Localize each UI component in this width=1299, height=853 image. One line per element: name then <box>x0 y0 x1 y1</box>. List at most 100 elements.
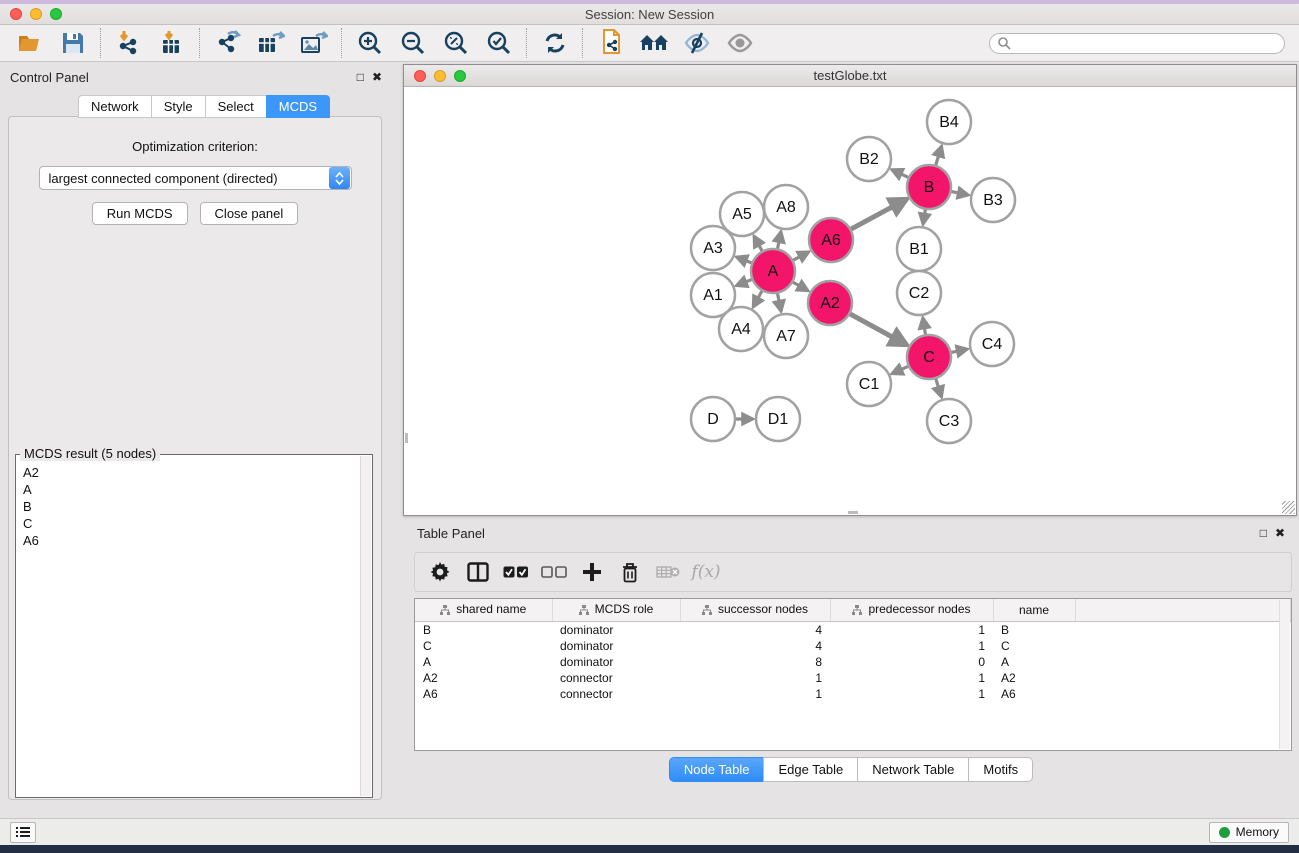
table-cell[interactable]: 0 <box>830 654 993 670</box>
table-cell[interactable]: A6 <box>415 686 552 702</box>
table-row[interactable]: Cdominator41C <box>415 638 1291 654</box>
zoom-out-icon[interactable] <box>391 26 434 60</box>
refresh-layout-icon[interactable] <box>533 26 576 60</box>
network-window-titlebar[interactable]: testGlobe.txt <box>404 65 1296 87</box>
zoom-in-icon[interactable] <box>348 26 391 60</box>
graph-edge-C-C3[interactable] <box>935 376 942 397</box>
table-cell[interactable]: dominator <box>552 621 680 638</box>
task-history-button[interactable] <box>10 822 36 843</box>
table-cell[interactable]: A <box>993 654 1075 670</box>
table-cell[interactable]: 1 <box>830 670 993 686</box>
column-header[interactable]: predecessor nodes <box>830 599 993 621</box>
table-cell[interactable]: B <box>993 621 1075 638</box>
table-row[interactable]: A2connector11A2 <box>415 670 1291 686</box>
network-canvas[interactable]: B4B2BB3A8A5A6B1A3AC2A1A2A4A7C4CC1C3DD1 <box>405 88 1295 514</box>
table-cell[interactable]: 1 <box>830 686 993 702</box>
table-cell[interactable]: A2 <box>993 670 1075 686</box>
table-cell[interactable]: 1 <box>830 638 993 654</box>
graph-node-B[interactable]: B <box>907 165 951 209</box>
tab-edge-table[interactable]: Edge Table <box>763 757 857 782</box>
table-cell[interactable]: C <box>415 638 552 654</box>
zoom-selected-icon[interactable] <box>477 26 520 60</box>
window-resize-grip[interactable] <box>1282 501 1295 514</box>
delete-column-icon[interactable] <box>613 557 647 587</box>
import-table-file-icon[interactable] <box>150 26 193 60</box>
show-all-icon[interactable] <box>718 26 761 60</box>
run-mcds-button[interactable]: Run MCDS <box>92 202 188 225</box>
mcds-result-item[interactable]: A6 <box>17 532 360 549</box>
graph-node-D[interactable]: D <box>691 397 735 441</box>
export-network-icon[interactable] <box>206 26 249 60</box>
graph-node-A4[interactable]: A4 <box>719 307 763 351</box>
mcds-result-item[interactable]: A2 <box>17 464 360 481</box>
tab-network[interactable]: Network <box>78 95 151 118</box>
tab-style[interactable]: Style <box>151 95 205 118</box>
mcds-result-item[interactable]: B <box>17 498 360 515</box>
tab-network-table[interactable]: Network Table <box>857 757 968 782</box>
search-input[interactable] <box>1011 36 1277 50</box>
graph-node-B3[interactable]: B3 <box>971 178 1015 222</box>
network-from-selection-icon[interactable] <box>589 26 632 60</box>
tab-motifs[interactable]: Motifs <box>968 757 1033 782</box>
table-cell[interactable]: 1 <box>830 621 993 638</box>
close-panel-icon[interactable]: ✖ <box>372 71 382 83</box>
tab-node-table[interactable]: Node Table <box>669 757 764 782</box>
graph-node-C2[interactable]: C2 <box>897 271 941 315</box>
table-cell[interactable]: C <box>993 638 1075 654</box>
close-table-panel-icon[interactable]: ✖ <box>1275 527 1285 539</box>
graph-edge-B-B4[interactable] <box>935 146 942 168</box>
graph-node-A2[interactable]: A2 <box>808 281 852 325</box>
graph-node-A[interactable]: A <box>751 249 795 293</box>
graph-node-A3[interactable]: A3 <box>691 226 735 270</box>
mcds-result-list[interactable]: A2ABCA6 <box>17 456 360 796</box>
table-cell[interactable]: A <box>415 654 552 670</box>
table-cell[interactable]: 8 <box>680 654 830 670</box>
mcds-result-item[interactable]: A <box>17 481 360 498</box>
graph-node-C3[interactable]: C3 <box>927 399 971 443</box>
graph-node-C4[interactable]: C4 <box>970 322 1014 366</box>
graph-node-D1[interactable]: D1 <box>756 397 800 441</box>
graph-node-A8[interactable]: A8 <box>764 185 808 229</box>
first-neighbors-icon[interactable] <box>632 26 675 60</box>
column-header[interactable]: name <box>993 599 1075 621</box>
graph-edge-A6-B[interactable] <box>849 199 907 231</box>
column-header[interactable]: MCDS role <box>552 599 680 621</box>
table-cell[interactable]: connector <box>552 670 680 686</box>
save-session-icon[interactable] <box>51 26 94 60</box>
column-layout-icon[interactable] <box>461 557 495 587</box>
table-scrollbar[interactable] <box>1279 600 1290 749</box>
settings-gear-icon[interactable] <box>423 557 457 587</box>
tab-select[interactable]: Select <box>205 95 266 118</box>
mcds-result-item[interactable]: C <box>17 515 360 532</box>
table-row[interactable]: Adominator80A <box>415 654 1291 670</box>
export-table-icon[interactable] <box>249 26 292 60</box>
column-header[interactable]: successor nodes <box>680 599 830 621</box>
export-image-icon[interactable] <box>292 26 335 60</box>
node-table[interactable]: shared nameMCDS rolesuccessor nodesprede… <box>414 598 1292 751</box>
float-panel-icon[interactable]: □ <box>357 71 364 83</box>
table-cell[interactable]: dominator <box>552 654 680 670</box>
select-all-columns-icon[interactable] <box>499 557 533 587</box>
table-row[interactable]: A6connector11A6 <box>415 686 1291 702</box>
table-cell[interactable]: A2 <box>415 670 552 686</box>
import-network-file-icon[interactable] <box>107 26 150 60</box>
graph-node-B2[interactable]: B2 <box>847 137 891 181</box>
deselect-all-columns-icon[interactable] <box>537 557 571 587</box>
memory-button[interactable]: Memory <box>1209 822 1289 843</box>
graph-node-C[interactable]: C <box>907 335 951 379</box>
graph-edge-A2-C[interactable] <box>848 313 907 345</box>
table-cell[interactable]: B <box>415 621 552 638</box>
float-table-panel-icon[interactable]: □ <box>1260 527 1267 539</box>
zoom-fit-icon[interactable] <box>434 26 477 60</box>
search-field[interactable] <box>989 33 1285 54</box>
graph-node-A7[interactable]: A7 <box>764 314 808 358</box>
graph-node-B4[interactable]: B4 <box>927 100 971 144</box>
graph-node-C1[interactable]: C1 <box>847 362 891 406</box>
table-cell[interactable]: A6 <box>993 686 1075 702</box>
table-cell[interactable]: 1 <box>680 670 830 686</box>
graph-node-B1[interactable]: B1 <box>897 227 941 271</box>
table-cell[interactable]: 1 <box>680 686 830 702</box>
table-cell[interactable]: 4 <box>680 621 830 638</box>
table-cell[interactable]: connector <box>552 686 680 702</box>
tab-mcds[interactable]: MCDS <box>266 95 330 118</box>
